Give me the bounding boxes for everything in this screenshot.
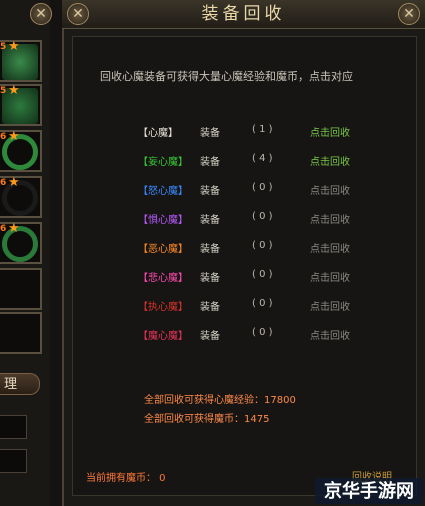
left-empty-box (0, 415, 27, 439)
recycle-row: 【心魔】 装备 ( 1 ) 点击回收 (0, 124, 425, 140)
item-count: ( 0 ) (252, 269, 273, 280)
recycle-button[interactable]: 点击回收 (310, 211, 350, 226)
demon-name: 【悲心魔】 (138, 273, 188, 284)
item-count: ( 0 ) (252, 240, 273, 251)
recycle-row: 【恶心魔】 装备 ( 0 ) 点击回收 (0, 240, 425, 256)
window-title: 装备回收 (201, 4, 286, 24)
item-count: ( 1 ) (252, 124, 273, 135)
recycle-button[interactable]: 点击回收 (310, 240, 350, 255)
equipment-slot[interactable]: ★ 5 (0, 84, 42, 126)
demon-name: 【惧心魔】 (138, 215, 188, 226)
demon-name: 【妄心魔】 (138, 157, 188, 168)
demon-name: 【怒心魔】 (138, 186, 188, 197)
item-count: ( 0 ) (252, 298, 273, 309)
item-count: ( 4 ) (252, 153, 273, 164)
equip-label: 装备 (200, 273, 220, 284)
total-exp-text: 全部回收可获得心魔经验：17800 (144, 395, 296, 406)
item-level: 5 (0, 86, 7, 96)
left-empty-box (0, 449, 27, 473)
equip-label: 装备 (200, 157, 220, 168)
total-coins-text: 全部回收可获得魔币：1475 (144, 414, 270, 425)
intro-text: 回收心魔装备可获得大量心魔经验和魔币，点击对应 (100, 70, 353, 83)
demon-name: 【恶心魔】 (138, 244, 188, 255)
demon-name: 【魔心魔】 (138, 331, 188, 342)
item-level: 5 (0, 42, 7, 52)
equip-label: 装备 (200, 331, 220, 342)
recycle-row: 【执心魔】 装备 ( 0 ) 点击回收 (0, 298, 425, 314)
recycle-row: 【魔心魔】 装备 ( 0 ) 点击回收 (0, 327, 425, 343)
equipment-slot[interactable]: ★ 5 (0, 40, 42, 82)
recycle-button[interactable]: 点击回收 (310, 269, 350, 284)
recycle-button[interactable]: 点击回收 (310, 124, 350, 139)
close-button[interactable]: ✕ (398, 3, 420, 25)
item-count: ( 0 ) (252, 327, 273, 338)
left-close-button[interactable]: ✕ (30, 3, 52, 25)
content-frame (72, 36, 417, 496)
equip-label: 装备 (200, 186, 220, 197)
star-icon: ★ (8, 83, 20, 98)
equip-label: 装备 (200, 302, 220, 313)
recycle-button[interactable]: 点击回收 (310, 298, 350, 313)
watermark-text: 京华手游网 (324, 480, 414, 502)
recycle-row: 【悲心魔】 装备 ( 0 ) 点击回收 (0, 269, 425, 285)
recycle-button[interactable]: 点击回收 (310, 327, 350, 342)
equip-label: 装备 (200, 128, 220, 139)
recycle-row: 【怒心魔】 装备 ( 0 ) 点击回收 (0, 182, 425, 198)
demon-name: 【心魔】 (138, 128, 178, 139)
star-icon: ★ (8, 39, 20, 54)
coin-balance: 当前拥有魔币： 0 (86, 473, 166, 484)
recycle-row: 【妄心魔】 装备 ( 4 ) 点击回收 (0, 153, 425, 169)
left-action-button[interactable]: 理 (0, 373, 40, 395)
demon-name: 【执心魔】 (138, 302, 188, 313)
recycle-button[interactable]: 点击回收 (310, 153, 350, 168)
equip-label: 装备 (200, 244, 220, 255)
recycle-row: 【惧心魔】 装备 ( 0 ) 点击回收 (0, 211, 425, 227)
site-watermark-logo: 京华手游网 (315, 478, 423, 504)
equip-label: 装备 (200, 215, 220, 226)
item-count: ( 0 ) (252, 182, 273, 193)
recycle-button[interactable]: 点击回收 (310, 182, 350, 197)
item-count: ( 0 ) (252, 211, 273, 222)
